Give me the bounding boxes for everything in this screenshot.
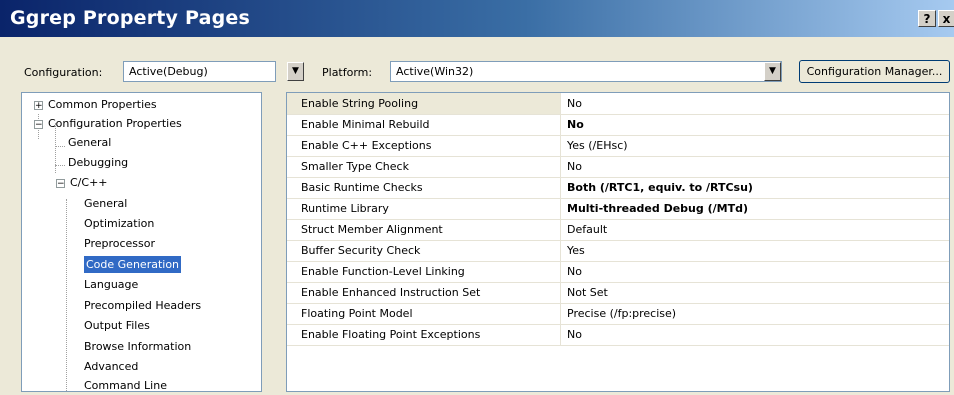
tree-item-browse-information[interactable]: Browse Information: [84, 338, 191, 355]
property-row[interactable]: Floating Point Model Precise (/fp:precis…: [287, 303, 949, 325]
configuration-manager-button[interactable]: Configuration Manager...: [799, 60, 950, 83]
property-value[interactable]: No: [563, 324, 949, 345]
collapse-icon[interactable]: −: [56, 179, 65, 189]
property-row[interactable]: Struct Member Alignment Default: [287, 219, 949, 241]
property-name: Enable String Pooling: [287, 93, 561, 114]
property-value[interactable]: No: [563, 261, 949, 282]
property-value[interactable]: Yes (/EHsc): [563, 135, 949, 156]
property-value[interactable]: Precise (/fp:precise): [563, 303, 949, 324]
property-row[interactable]: Smaller Type Check No: [287, 156, 949, 178]
property-name: Enable C++ Exceptions: [287, 135, 561, 156]
title-bar: Ggrep Property Pages ? x: [0, 0, 954, 37]
help-button[interactable]: ?: [918, 10, 936, 27]
property-name: Smaller Type Check: [287, 156, 561, 177]
platform-select[interactable]: Active(Win32): [390, 61, 782, 82]
property-row[interactable]: Buffer Security Check Yes: [287, 240, 949, 262]
window-title: Ggrep Property Pages: [10, 7, 250, 29]
configuration-dropdown-button[interactable]: ▼: [287, 62, 304, 81]
tree-item-optimization[interactable]: Optimization: [84, 215, 154, 232]
property-row[interactable]: Enable Enhanced Instruction Set Not Set: [287, 282, 949, 304]
property-grid[interactable]: Enable String Pooling No Enable Minimal …: [286, 92, 950, 392]
property-name: Enable Minimal Rebuild: [287, 114, 561, 135]
configuration-select[interactable]: Active(Debug): [123, 61, 276, 82]
tree-item-cpp[interactable]: C/C++: [70, 174, 108, 191]
property-value[interactable]: No: [563, 156, 949, 177]
tree-item-preprocessor[interactable]: Preprocessor: [84, 235, 155, 252]
property-name: Buffer Security Check: [287, 240, 561, 261]
chevron-down-icon: ▼: [769, 66, 776, 76]
property-row[interactable]: Enable C++ Exceptions Yes (/EHsc): [287, 135, 949, 157]
property-name: Enable Enhanced Instruction Set: [287, 282, 561, 303]
tree-item-output-files[interactable]: Output Files: [84, 317, 150, 334]
tree-item-cpp-general[interactable]: General: [84, 195, 127, 212]
property-row[interactable]: Basic Runtime Checks Both (/RTC1, equiv.…: [287, 177, 949, 199]
property-row[interactable]: Enable Floating Point Exceptions No: [287, 324, 949, 346]
tree-item-language[interactable]: Language: [84, 276, 138, 293]
property-row[interactable]: Enable Function-Level Linking No: [287, 261, 949, 283]
property-name: Basic Runtime Checks: [287, 177, 561, 198]
property-row[interactable]: Enable Minimal Rebuild No: [287, 114, 949, 136]
chevron-down-icon: ▼: [292, 66, 299, 76]
configuration-value: Active(Debug): [129, 65, 208, 78]
property-value[interactable]: Both (/RTC1, equiv. to /RTCsu): [563, 177, 949, 198]
property-value[interactable]: Multi-threaded Debug (/MTd): [563, 198, 949, 219]
property-value[interactable]: Yes: [563, 240, 949, 261]
tree-item-common-properties[interactable]: Common Properties: [48, 96, 157, 113]
platform-dropdown-button[interactable]: ▼: [764, 62, 781, 81]
tree-item-advanced[interactable]: Advanced: [84, 358, 138, 375]
expand-icon[interactable]: +: [34, 101, 43, 111]
property-name: Enable Function-Level Linking: [287, 261, 561, 282]
tree-item-debugging[interactable]: Debugging: [68, 154, 128, 171]
tree-item-command-line[interactable]: Command Line: [84, 377, 167, 391]
close-button[interactable]: x: [938, 10, 954, 27]
property-row[interactable]: Runtime Library Multi-threaded Debug (/M…: [287, 198, 949, 220]
property-value[interactable]: Default: [563, 219, 949, 240]
property-row[interactable]: Enable String Pooling No: [287, 93, 949, 115]
tree-item-code-generation[interactable]: Code Generation: [84, 256, 182, 273]
tree-item-general[interactable]: General: [68, 134, 111, 151]
tree-item-precompiled-headers[interactable]: Precompiled Headers: [84, 297, 201, 314]
property-name: Struct Member Alignment: [287, 219, 561, 240]
configuration-label: Configuration:: [24, 66, 103, 79]
property-value[interactable]: No: [563, 93, 949, 114]
platform-label: Platform:: [322, 66, 373, 79]
property-name: Floating Point Model: [287, 303, 561, 324]
property-name: Runtime Library: [287, 198, 561, 219]
property-value[interactable]: No: [563, 114, 949, 135]
platform-value: Active(Win32): [396, 65, 474, 78]
collapse-icon[interactable]: −: [34, 120, 43, 130]
property-tree[interactable]: + Common Properties − Configuration Prop…: [21, 92, 262, 392]
property-name: Enable Floating Point Exceptions: [287, 324, 561, 345]
property-value[interactable]: Not Set: [563, 282, 949, 303]
tree-item-configuration-properties[interactable]: Configuration Properties: [48, 115, 182, 132]
